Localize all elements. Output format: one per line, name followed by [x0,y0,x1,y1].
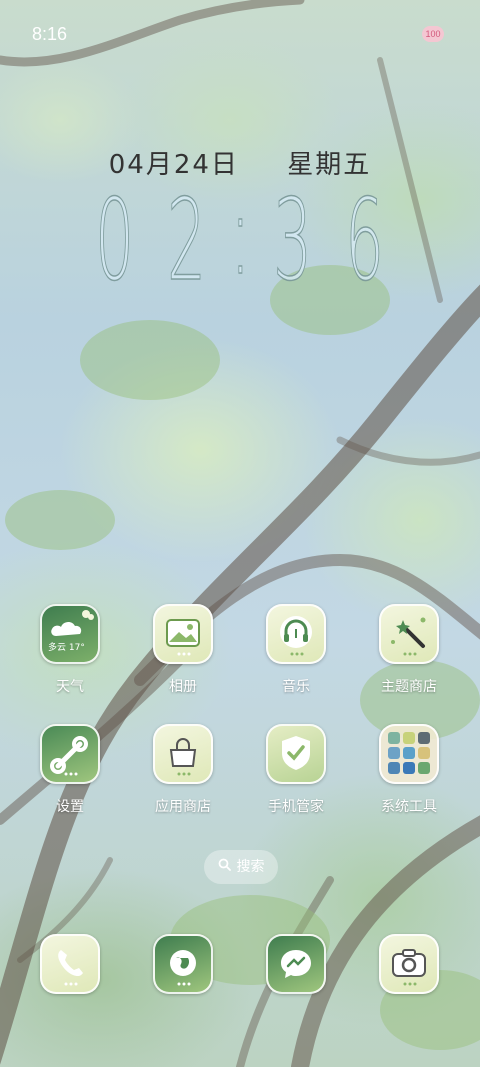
mini-app-icon [388,747,400,759]
clock-minute-tens: 3 [273,176,313,306]
app-phone-manager[interactable]: 手机管家 [251,724,341,816]
app-label-app-store: 应用商店 [155,799,211,815]
dock-phone[interactable] [40,934,100,994]
music-icon [266,604,326,664]
mini-app-icon [418,732,430,744]
mini-app-icon [403,747,415,759]
folder-icon [379,724,439,784]
app-music[interactable]: 音乐 [251,604,341,696]
mini-app-icon [388,762,400,774]
battery-icon: 100 [422,26,444,42]
app-settings[interactable]: 设置 [25,724,115,816]
app-label-phone-manager: 手机管家 [268,799,324,815]
app-label-settings: 设置 [56,799,84,815]
app-label-weather: 天气 [56,679,84,695]
clock-hour-ones: 2 [167,176,207,306]
search-button[interactable]: 搜索 [204,850,278,884]
mini-app-icon [418,762,430,774]
search-icon [218,850,231,884]
folder-system-tools[interactable]: 系统工具 [364,724,454,816]
browser-icon [153,934,213,994]
app-app-store[interactable]: 应用商店 [138,724,228,816]
theme-store-icon [379,604,439,664]
phone-icon [40,934,100,994]
mini-app-icon [388,732,400,744]
clock-separator: : [230,170,252,300]
mini-app-icon [403,762,415,774]
dock-camera[interactable] [379,934,439,994]
app-gallery[interactable]: 相册 [138,604,228,696]
app-label-music: 音乐 [282,679,310,695]
clock-hour-tens: 0 [95,176,135,306]
status-bar: 8:16 100 [0,0,480,64]
app-label-system-tools: 系统工具 [381,799,437,815]
app-weather[interactable]: 多云 17° 天气 [25,604,115,696]
status-time: 8:16 [32,24,68,44]
app-label-gallery: 相册 [169,679,197,695]
dock-browser[interactable] [153,934,213,994]
app-theme-store[interactable]: 主题商店 [364,604,454,696]
gallery-icon [153,604,213,664]
phone-manager-icon [266,724,326,784]
mini-app-icon [418,747,430,759]
weather-summary: 多云 17° [48,643,85,653]
weather-icon: 多云 17° [40,604,100,664]
camera-icon [379,934,439,994]
clock-widget[interactable]: 0 2 : 3 6 [95,176,395,306]
mini-app-icon [403,732,415,744]
search-label: 搜索 [236,859,265,875]
clock-minute-ones: 6 [345,176,385,306]
app-label-theme-store: 主题商店 [381,679,437,695]
settings-icon [40,724,100,784]
messages-icon [266,934,326,994]
app-store-icon [153,724,213,784]
dock-messages[interactable] [266,934,326,994]
